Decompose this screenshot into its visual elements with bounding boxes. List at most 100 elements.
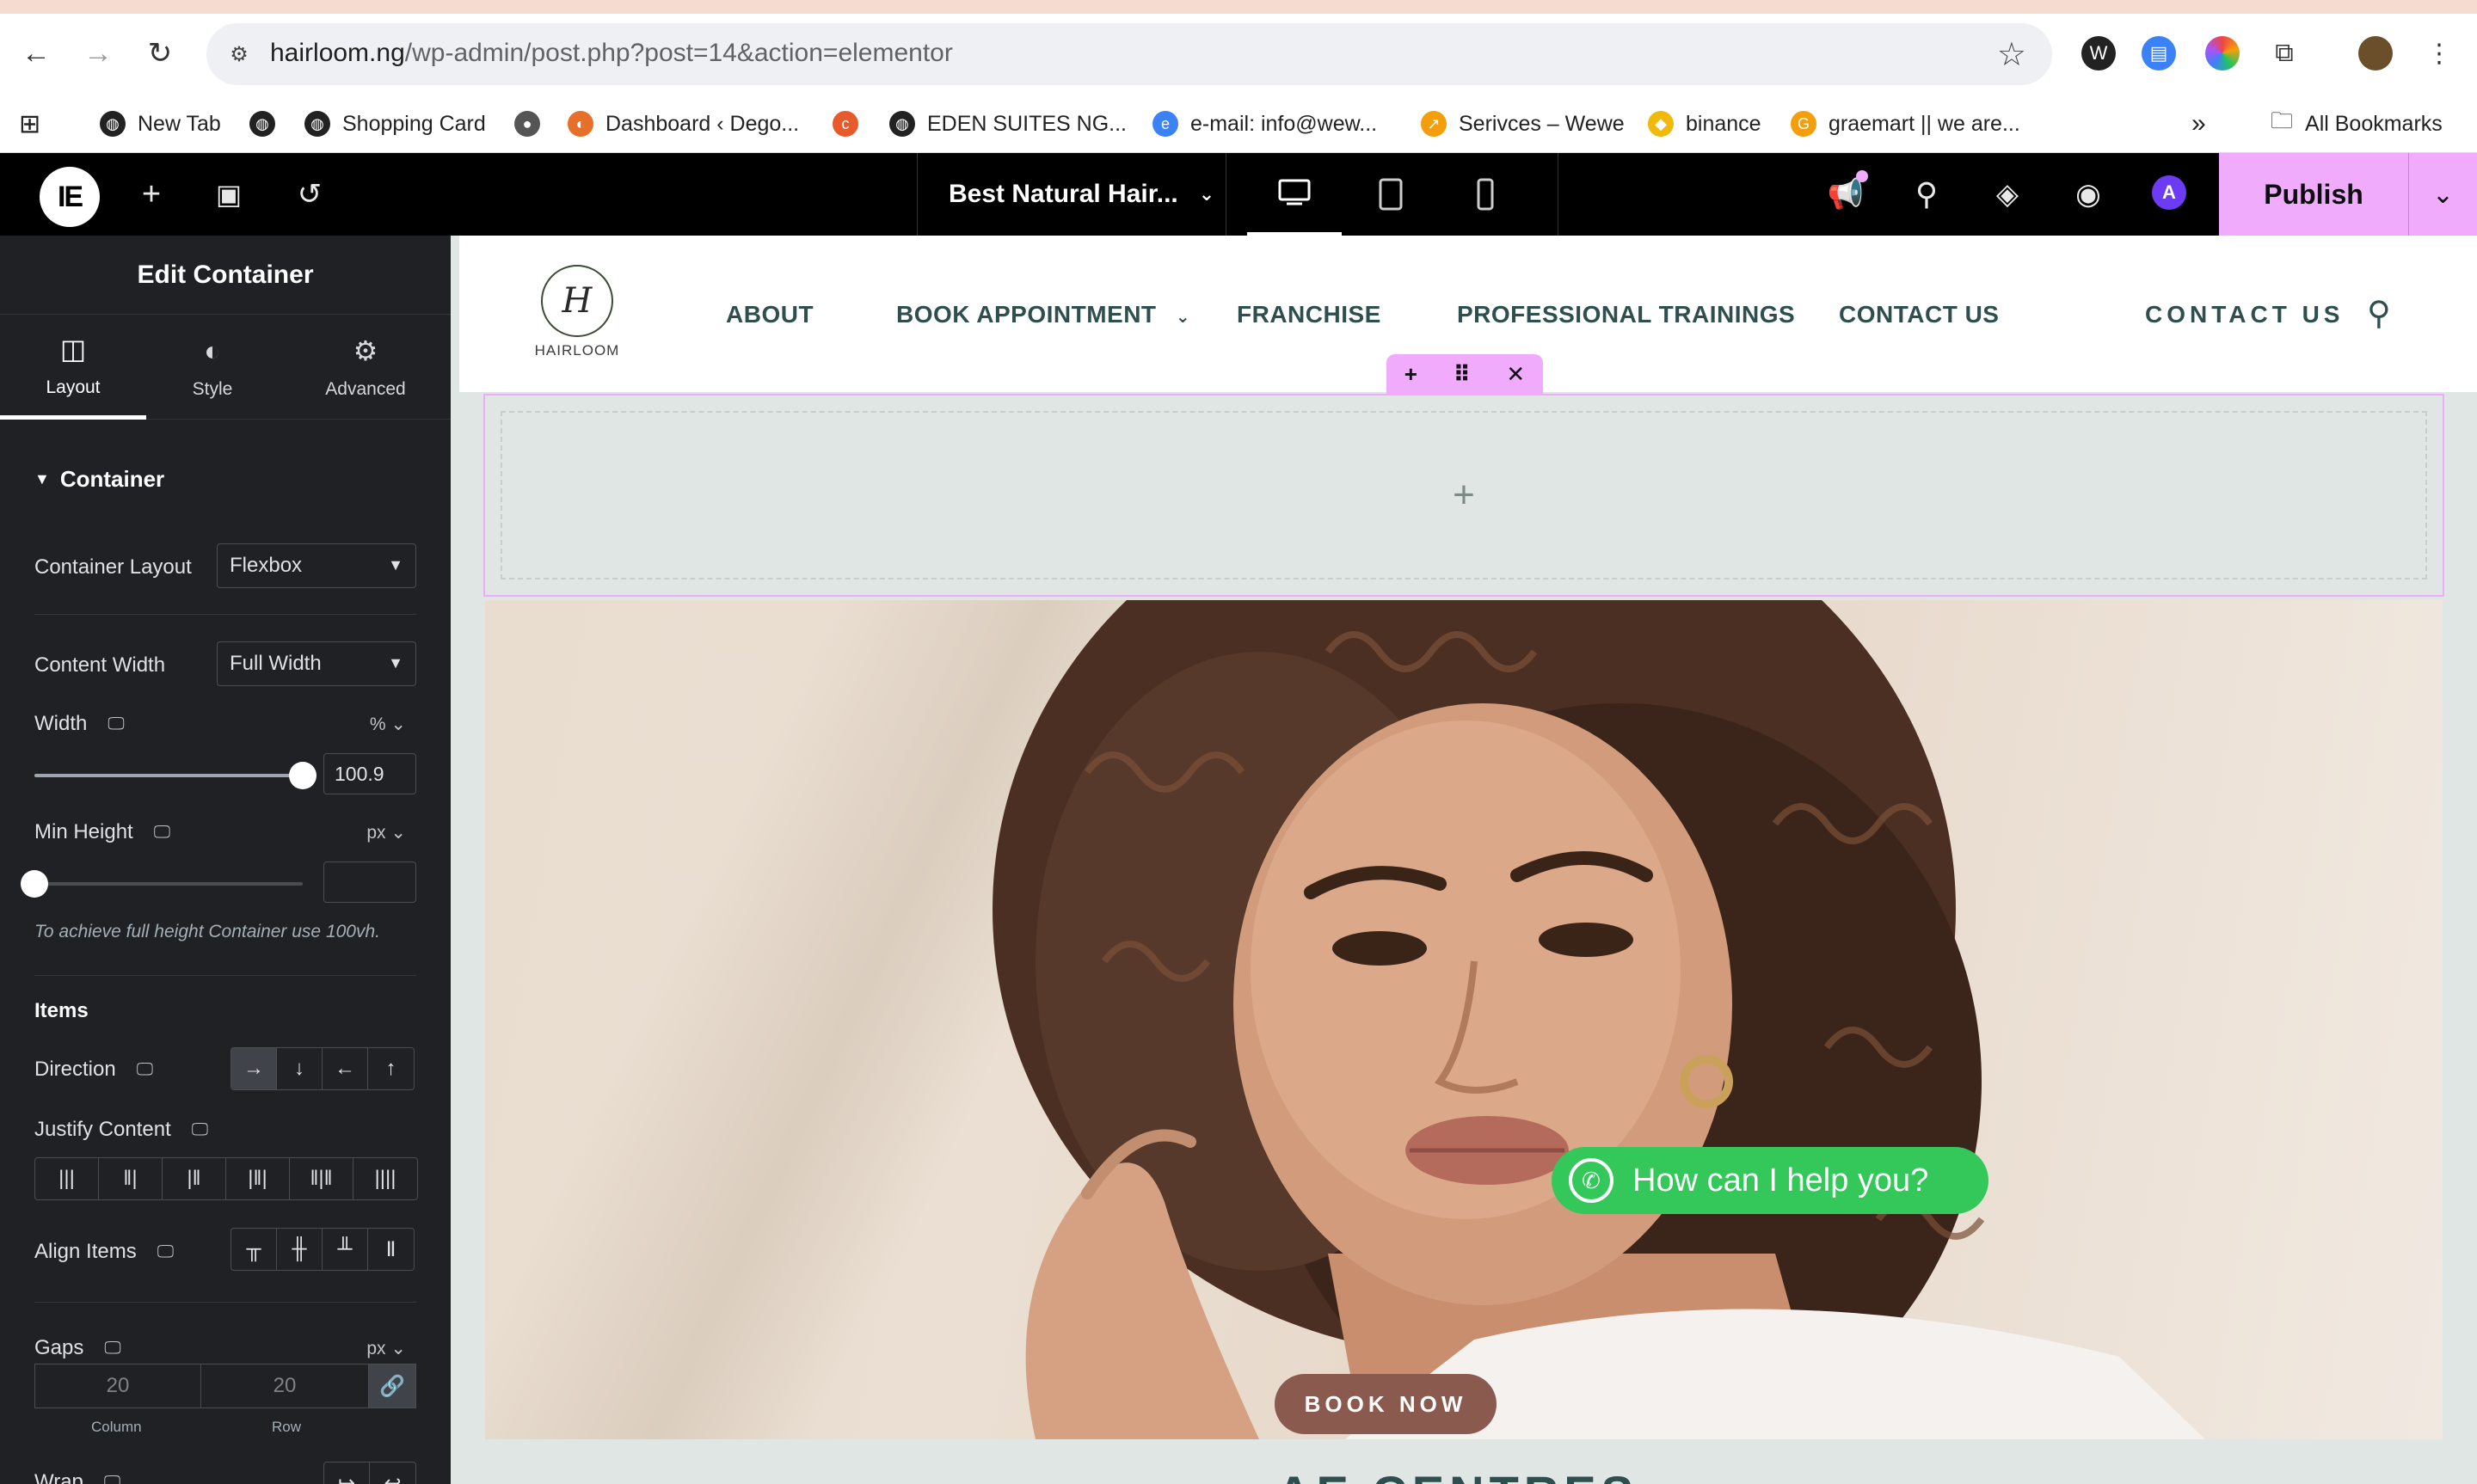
bookmark-binance[interactable]: ◆ binance — [1648, 108, 1761, 139]
width-slider-track[interactable] — [34, 762, 317, 789]
publish-options-chevron-icon[interactable]: ⌄ — [2408, 153, 2477, 236]
elementor-logo-icon[interactable]: IE — [40, 167, 100, 227]
direction-column-reverse-icon[interactable]: ↑ — [368, 1048, 414, 1089]
desktop-responsive-icon[interactable]: 🖵 — [154, 823, 170, 843]
ai-assistant-icon[interactable]: A — [2152, 175, 2186, 210]
bookmark-new-tab[interactable]: ◍ New Tab — [100, 108, 221, 139]
address-bar[interactable]: ⚙ hairloom.ng/wp-admin/post.php?post=14&… — [206, 23, 2052, 85]
tablet-view-button[interactable] — [1343, 153, 1438, 236]
justify-space-evenly-icon[interactable]: |||| — [353, 1158, 417, 1199]
bookmark-graemart[interactable]: Ggraemart || we are... — [1791, 108, 2020, 139]
search-icon[interactable]: ⚲ — [1906, 174, 1947, 215]
bookmark-eden-suites[interactable]: ◍ EDEN SUITES NG... — [889, 108, 1127, 139]
align-start-icon[interactable]: ╥ — [231, 1229, 277, 1270]
align-center-icon[interactable]: ╫ — [277, 1229, 323, 1270]
direction-row-reverse-icon[interactable]: ← — [323, 1048, 368, 1089]
direction-column-icon[interactable]: ↓ — [277, 1048, 323, 1089]
direction-row-icon[interactable]: → — [231, 1048, 277, 1089]
more-bookmarks-icon[interactable]: » — [2191, 108, 2206, 139]
align-stretch-icon[interactable]: Ⅱ — [368, 1229, 414, 1270]
extensions-puzzle-icon[interactable]: ⧉ — [2267, 36, 2302, 71]
justify-start-icon[interactable]: ||| — [35, 1158, 99, 1199]
layers-icon[interactable]: ◈ — [1987, 174, 2028, 215]
page-settings-icon[interactable]: ▣ — [208, 174, 249, 215]
no-wrap-icon[interactable]: ↦ — [324, 1463, 370, 1484]
book-now-button[interactable]: BOOK NOW — [1275, 1374, 1497, 1434]
menu-item-franchise[interactable]: FRANCHISE — [1237, 301, 1381, 328]
apps-grid-icon[interactable]: ⊞ — [19, 108, 40, 139]
publish-button[interactable]: Publish — [2219, 153, 2408, 236]
container-layout-select[interactable]: Flexbox ▼ — [217, 543, 416, 588]
min-height-slider-track[interactable] — [21, 870, 303, 898]
min-height-slider-knob[interactable] — [21, 870, 48, 898]
url-text[interactable]: hairloom.ng/wp-admin/post.php?post=14&ac… — [270, 39, 953, 68]
width-slider-knob[interactable] — [289, 762, 317, 789]
extension-wordpress-icon[interactable]: W — [2081, 36, 2116, 71]
forward-icon[interactable]: → — [83, 37, 113, 70]
header-contact-button[interactable]: CONTACT US — [2145, 301, 2344, 328]
justify-center-icon[interactable]: ‖| — [99, 1158, 163, 1199]
drag-handle-icon[interactable]: ⠿ — [1454, 361, 1471, 388]
bookmark-dashboard[interactable]: ◐ Dashboard ‹ Dego... — [568, 108, 799, 139]
page-selector[interactable]: Best Natural Hair... ⌄ — [917, 153, 1226, 236]
desktop-responsive-icon[interactable]: 🖵 — [104, 1473, 120, 1484]
menu-item-contact-us[interactable]: CONTACT US — [1839, 301, 1999, 328]
site-search-icon[interactable]: ⚲ — [2367, 294, 2391, 333]
all-bookmarks[interactable]: 🗀 All Bookmarks — [2271, 107, 2443, 139]
bookmark-email[interactable]: e e-mail: info@wew... — [1152, 108, 1377, 139]
gaps-unit-selector[interactable]: px ⌄ — [366, 1338, 406, 1359]
reload-icon[interactable]: ↻ — [146, 37, 174, 70]
extension-doc-icon[interactable]: ▤ — [2142, 36, 2176, 71]
bookmark-github[interactable]: ● — [514, 108, 552, 139]
align-items-buttons: ╥ ╫ ╨ Ⅱ — [230, 1228, 415, 1271]
browser-menu-icon[interactable]: ⋮ — [2422, 36, 2456, 71]
desktop-responsive-icon[interactable]: 🖵 — [108, 714, 124, 734]
desktop-view-button[interactable] — [1247, 153, 1342, 236]
desktop-responsive-icon[interactable]: 🖵 — [137, 1060, 153, 1080]
site-settings-icon[interactable]: ⚙ — [224, 39, 255, 70]
justify-space-around-icon[interactable]: ‖|‖ — [290, 1158, 353, 1199]
add-container-icon[interactable]: + — [1404, 361, 1417, 388]
add-element-icon[interactable]: + — [131, 174, 172, 215]
tab-advanced[interactable]: ⚙ Advanced — [292, 315, 439, 420]
back-icon[interactable]: ← — [22, 37, 51, 70]
width-unit-selector[interactable]: % ⌄ — [370, 714, 406, 735]
tab-style[interactable]: ◐ Style — [139, 315, 286, 420]
bookmark-globe[interactable]: ◍ — [249, 108, 287, 139]
justify-content-label: Justify Content 🖵 — [34, 1118, 208, 1142]
bookmark-cpanel[interactable]: c — [833, 108, 870, 139]
add-widget-dropzone[interactable]: + — [501, 411, 2427, 579]
link-gaps-icon[interactable]: 🔗 — [368, 1364, 416, 1408]
history-icon[interactable]: ↺ — [289, 174, 330, 215]
min-height-input[interactable] — [323, 862, 416, 903]
menu-item-professional-trainings[interactable]: PROFESSIONAL TRAININGS — [1457, 301, 1795, 328]
whatsapp-chat-button[interactable]: ✆ How can I help you? — [1552, 1147, 1988, 1214]
layout-icon: ◫ — [59, 333, 87, 365]
justify-space-between-icon[interactable]: |‖| — [226, 1158, 290, 1199]
profile-avatar[interactable] — [2358, 36, 2393, 71]
bookmark-services-wewe[interactable]: ↗ Serivces – Wewe — [1421, 108, 1625, 139]
delete-container-icon[interactable]: ✕ — [1506, 361, 1525, 388]
preview-eye-icon[interactable]: ◉ — [2068, 174, 2109, 215]
site-logo[interactable]: H HAIRLOOM — [535, 265, 619, 365]
width-input[interactable]: 100.9 — [323, 753, 416, 794]
min-height-unit-selector[interactable]: px ⌄ — [366, 822, 406, 843]
menu-item-about[interactable]: ABOUT — [726, 301, 814, 328]
bookmark-shopping-card[interactable]: ◍ Shopping Card — [304, 108, 486, 139]
align-end-icon[interactable]: ╨ — [323, 1229, 368, 1270]
selected-empty-container[interactable]: + — [483, 394, 2444, 597]
desktop-responsive-icon[interactable]: 🖵 — [157, 1242, 174, 1262]
tab-layout[interactable]: ◫ Layout — [0, 315, 146, 420]
extension-color-icon[interactable] — [2205, 36, 2240, 71]
content-width-select[interactable]: Full Width ▼ — [217, 641, 416, 686]
gap-column-input[interactable]: 20 — [34, 1364, 201, 1408]
mobile-view-button[interactable] — [1438, 153, 1533, 236]
wrap-icon[interactable]: ↩ — [370, 1463, 415, 1484]
bookmark-star-icon[interactable]: ☆ — [1997, 35, 2026, 74]
gap-row-input[interactable]: 20 — [200, 1364, 369, 1408]
justify-end-icon[interactable]: |‖ — [163, 1158, 226, 1199]
container-section-toggle[interactable]: ▼ Container — [34, 466, 164, 493]
desktop-responsive-icon[interactable]: 🖵 — [104, 1339, 120, 1358]
desktop-responsive-icon[interactable]: 🖵 — [192, 1120, 208, 1140]
menu-item-book-appointment[interactable]: BOOK APPOINTMENT ⌄ — [896, 301, 1190, 328]
